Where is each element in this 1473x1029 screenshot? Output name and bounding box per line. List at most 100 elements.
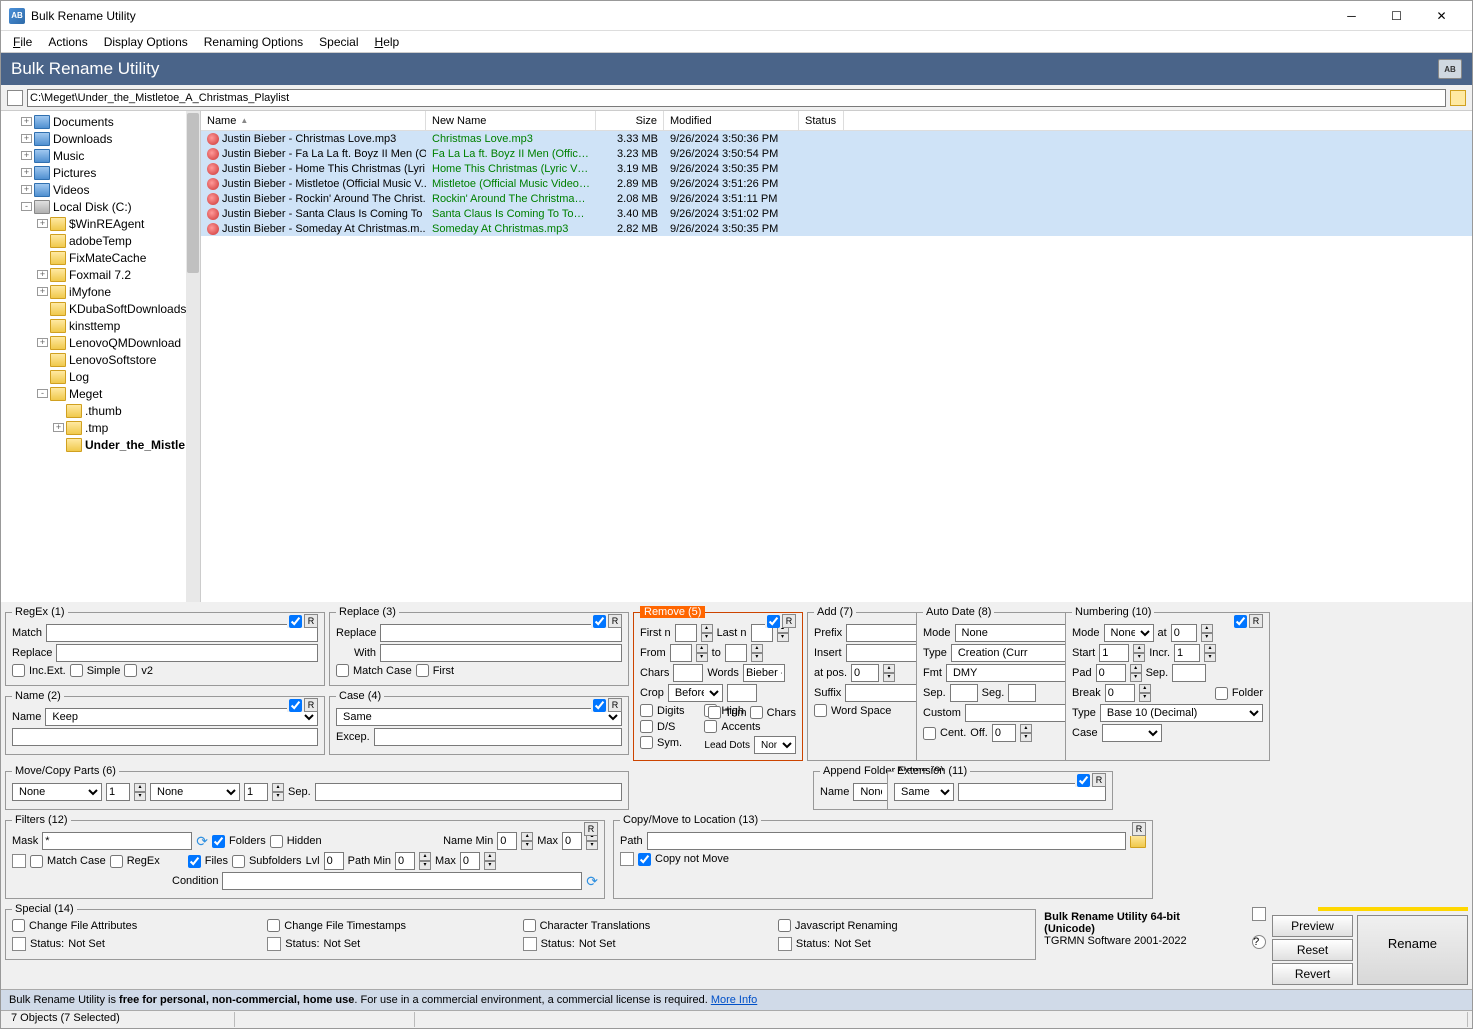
- movecopy-mode1-select[interactable]: None: [12, 783, 102, 801]
- replace-reset-button[interactable]: R: [608, 614, 622, 628]
- minimize-button[interactable]: ─: [1329, 1, 1374, 31]
- tree-node[interactable]: +Pictures: [1, 164, 200, 181]
- expand-toggle[interactable]: +: [21, 151, 32, 160]
- expand-toggle[interactable]: +: [37, 270, 48, 279]
- regex-incext-checkbox[interactable]: [12, 664, 25, 677]
- expand-toggle[interactable]: +: [53, 423, 64, 432]
- replace-enable-checkbox[interactable]: [593, 615, 606, 628]
- name-reset-button[interactable]: R: [304, 698, 318, 712]
- filters-subfolders-checkbox[interactable]: [232, 855, 245, 868]
- tree-node[interactable]: adobeTemp: [1, 232, 200, 249]
- extension-reset-button[interactable]: R: [1092, 773, 1106, 787]
- tree-node[interactable]: +Foxmail 7.2: [1, 266, 200, 283]
- file-row[interactable]: Justin Bieber - Mistletoe (Official Musi…: [201, 176, 1472, 191]
- file-list[interactable]: Justin Bieber - Christmas Love.mp3Christ…: [201, 131, 1472, 602]
- name-value-input[interactable]: [12, 728, 318, 746]
- folder-tree-icon[interactable]: [7, 90, 23, 106]
- column-modified[interactable]: Modified: [664, 111, 799, 130]
- numbering-break-input[interactable]: [1105, 684, 1135, 702]
- regex-reset-button[interactable]: R: [304, 614, 318, 628]
- movecopy-n1-input[interactable]: [106, 783, 130, 801]
- case-mode-select[interactable]: Same: [336, 708, 622, 726]
- name-enable-checkbox[interactable]: [289, 699, 302, 712]
- tree-scrollbar[interactable]: [186, 111, 200, 602]
- special-ct-checkbox[interactable]: [523, 919, 536, 932]
- expand-toggle[interactable]: +: [21, 117, 32, 126]
- remove-ds-checkbox[interactable]: [640, 720, 653, 733]
- remove-crop-select[interactable]: Before: [668, 684, 723, 702]
- menu-renaming-options[interactable]: Renaming Options: [196, 33, 311, 51]
- revert-button[interactable]: Revert: [1272, 963, 1353, 985]
- column-name[interactable]: Name▲: [201, 111, 426, 130]
- filters-regex-checkbox[interactable]: [110, 855, 123, 868]
- remove-firstn-input[interactable]: [675, 624, 697, 642]
- case-enable-checkbox[interactable]: [593, 699, 606, 712]
- expand-toggle[interactable]: -: [21, 202, 32, 211]
- tree-node[interactable]: +.tmp: [1, 419, 200, 436]
- remove-words-input[interactable]: [743, 664, 785, 682]
- remove-chars2-checkbox[interactable]: [750, 706, 763, 719]
- rename-button[interactable]: Rename: [1357, 915, 1468, 985]
- remove-enable-checkbox[interactable]: [767, 615, 780, 628]
- numbering-enable-checkbox[interactable]: [1234, 615, 1247, 628]
- regex-simple-checkbox[interactable]: [70, 664, 83, 677]
- replace-first-checkbox[interactable]: [416, 664, 429, 677]
- tree-node[interactable]: kinsttemp: [1, 317, 200, 334]
- browse-icon[interactable]: [1130, 834, 1146, 848]
- add-atpos-input[interactable]: [851, 664, 879, 682]
- remove-to-input[interactable]: [725, 644, 747, 662]
- tree-node[interactable]: +$WinREAgent: [1, 215, 200, 232]
- copymove-reset-button[interactable]: R: [1132, 822, 1146, 836]
- autodate-off-input[interactable]: [992, 724, 1016, 742]
- help-icon[interactable]: ?: [1252, 935, 1266, 949]
- close-button[interactable]: ✕: [1419, 1, 1464, 31]
- numbering-pad-input[interactable]: [1096, 664, 1126, 682]
- tree-node[interactable]: +Music: [1, 147, 200, 164]
- translations-icon[interactable]: [523, 937, 537, 951]
- tree-node[interactable]: +iMyfone: [1, 283, 200, 300]
- maximize-button[interactable]: ☐: [1374, 1, 1419, 31]
- autodate-seg-input[interactable]: [1008, 684, 1036, 702]
- options-icon[interactable]: [1252, 907, 1266, 921]
- refresh2-icon[interactable]: ⟳: [586, 873, 598, 890]
- tree-node[interactable]: +Downloads: [1, 130, 200, 147]
- remove-leaddots-select[interactable]: None: [754, 736, 796, 754]
- file-row[interactable]: Justin Bieber - Christmas Love.mp3Christ…: [201, 131, 1472, 146]
- remove-reset-button[interactable]: R: [782, 614, 796, 628]
- add-wordspace-checkbox[interactable]: [814, 704, 827, 717]
- special-cfa-checkbox[interactable]: [12, 919, 25, 932]
- file-row[interactable]: Justin Bieber - Santa Claus Is Coming To…: [201, 206, 1472, 221]
- numbering-start-input[interactable]: [1099, 644, 1129, 662]
- menu-special[interactable]: Special: [311, 33, 366, 51]
- remove-digits-checkbox[interactable]: [640, 704, 653, 717]
- column-size[interactable]: Size: [596, 111, 664, 130]
- regex-enable-checkbox[interactable]: [289, 615, 302, 628]
- tree-node[interactable]: -Local Disk (C:): [1, 198, 200, 215]
- menu-actions[interactable]: Actions: [40, 33, 95, 51]
- movecopy-sep-input[interactable]: [315, 783, 622, 801]
- filters-folders-checkbox[interactable]: [212, 835, 225, 848]
- filters-condition-input[interactable]: [222, 872, 582, 890]
- file-row[interactable]: Justin Bieber - Rockin' Around The Chris…: [201, 191, 1472, 206]
- column-newname[interactable]: New Name: [426, 111, 596, 130]
- menu-file[interactable]: File: [5, 33, 40, 51]
- timestamps-icon[interactable]: [267, 937, 281, 951]
- file-row[interactable]: Justin Bieber - Fa La La ft. Boyz II Men…: [201, 146, 1472, 161]
- file-row[interactable]: Justin Bieber - Someday At Christmas.m..…: [201, 221, 1472, 236]
- copymove-path-input[interactable]: [647, 832, 1126, 850]
- case-reset-button[interactable]: R: [608, 698, 622, 712]
- tree-node[interactable]: -Meget: [1, 385, 200, 402]
- expand-toggle[interactable]: +: [37, 219, 48, 228]
- numbering-mode-select[interactable]: None: [1104, 624, 1154, 642]
- tree-node[interactable]: .thumb: [1, 402, 200, 419]
- extension-mode-select[interactable]: Same: [894, 783, 954, 801]
- path-input[interactable]: [27, 89, 1446, 107]
- menu-display-options[interactable]: Display Options: [96, 33, 196, 51]
- regex-replace-input[interactable]: [56, 644, 318, 662]
- regex-match-input[interactable]: [46, 624, 318, 642]
- autodate-sep-input[interactable]: [950, 684, 978, 702]
- tree-node[interactable]: KDubaSoftDownloads: [1, 300, 200, 317]
- autodate-cent-checkbox[interactable]: [923, 727, 936, 740]
- more-info-link[interactable]: More Info: [711, 994, 757, 1006]
- reset-button[interactable]: Reset: [1272, 939, 1353, 961]
